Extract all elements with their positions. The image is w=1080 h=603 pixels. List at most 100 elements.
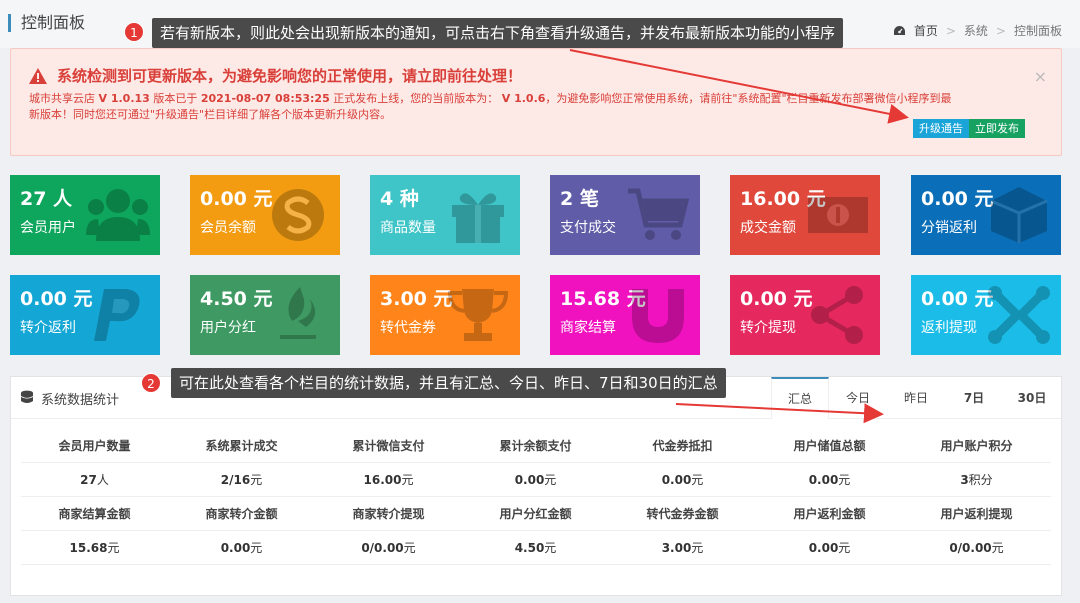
stat-unit: 人 bbox=[96, 473, 109, 487]
leaf-icon bbox=[280, 287, 316, 339]
tile-value: 0.00 元 bbox=[20, 288, 93, 310]
stat-unit: 元 bbox=[250, 541, 263, 555]
stat-label: 商家转介提现 bbox=[352, 507, 425, 521]
stats-panel: 系统数据统计 汇总 今日 昨日 7日 30日 会员用户数量 系统累计成交 累计微信支… bbox=[10, 376, 1062, 596]
alert-text: 新版本！同时您还可通过"升级通告"栏目详细了解各个版本更新升级内容。 bbox=[29, 108, 392, 121]
tile-distribution-rebate[interactable]: 0.00 元 分销返利 bbox=[911, 175, 1061, 255]
stat-value: 2/16元 bbox=[168, 471, 315, 488]
stat-unit: 元 bbox=[250, 473, 263, 487]
tile-value: 3.00 元 bbox=[380, 288, 453, 310]
stats-row-values: 27人 2/16元 16.00元 0.00元 0.00元 0.00元 3积分 bbox=[21, 463, 1051, 497]
alert-text: ，为避免影响您正常使用系统，请前往"系统配置"栏目重新发布部署微信小程序到最 bbox=[545, 92, 952, 105]
page-title: 控制面板 bbox=[8, 14, 85, 32]
stat-value: 0/0.00元 bbox=[315, 539, 462, 556]
breadcrumb-system[interactable]: 系统 bbox=[964, 22, 988, 39]
stats-panel-title: 系统数据统计 bbox=[41, 393, 120, 408]
breadcrumb-separator: > bbox=[945, 23, 956, 38]
tile-referral-rebate[interactable]: 0.00 元 转介返利 bbox=[10, 275, 160, 355]
tile-rebate-withdraw[interactable]: 0.00 元 返利提现 bbox=[911, 275, 1061, 355]
stat-value: 15.68元 bbox=[21, 539, 168, 556]
stat-value: 27人 bbox=[21, 471, 168, 488]
stats-row-headers: 商家结算金额 商家转介金额 商家转介提现 用户分红金额 转代金券金额 用户返利金额 用户返利… bbox=[21, 497, 1051, 531]
stat-label: 转代金券金额 bbox=[646, 507, 719, 521]
money-icon bbox=[808, 197, 868, 233]
stat-value: 0.00元 bbox=[756, 471, 903, 488]
alert-buttons: 升级通告 立即发布 bbox=[913, 119, 1025, 138]
tile-value: 27 人 bbox=[20, 188, 73, 210]
tile-value: 0.00 元 bbox=[921, 188, 994, 210]
tile-voucher[interactable]: 3.00 元 转代金券 bbox=[370, 275, 520, 355]
alert-text: 正式发布上线，您的当前版本为： bbox=[333, 92, 499, 105]
dashboard-icon bbox=[893, 26, 905, 35]
tile-label: 会员用户 bbox=[20, 220, 76, 236]
tile-user-dividend[interactable]: 4.50 元 用户分红 bbox=[190, 275, 340, 355]
stats-row-values: 15.68元 0.00元 0/0.00元 4.50元 3.00元 0.00元 0/0.00元 bbox=[21, 531, 1051, 565]
stat-value: 0.00元 bbox=[168, 539, 315, 556]
trophy-icon bbox=[447, 289, 509, 341]
stat-label: 用户返利提现 bbox=[940, 507, 1013, 521]
users-icon bbox=[86, 189, 150, 241]
stat-unit: 积分 bbox=[968, 473, 993, 487]
tile-members[interactable]: 27 人 会员用户 bbox=[10, 175, 160, 255]
stat-unit: 元 bbox=[691, 541, 704, 555]
breadcrumb-home[interactable]: 首页 bbox=[914, 22, 938, 39]
stat-unit: 元 bbox=[691, 473, 704, 487]
stat-value: 16.00元 bbox=[315, 471, 462, 488]
tile-products[interactable]: 4 种 商品数量 bbox=[370, 175, 520, 255]
stat-value: 4.50元 bbox=[462, 539, 609, 556]
tab-yesterday[interactable]: 昨日 bbox=[887, 377, 945, 419]
stat-label: 会员用户数量 bbox=[58, 439, 131, 453]
callout-badge-1: 1 bbox=[124, 22, 144, 42]
tile-label: 转介提现 bbox=[740, 320, 796, 336]
update-alert: 系统检测到可更新版本，为避免影响您的正常使用，请立即前往处理！ 城市共享云店 V… bbox=[10, 48, 1062, 156]
stat-unit: 元 bbox=[544, 473, 557, 487]
share-icon bbox=[811, 286, 863, 344]
stat-number: 15.68 bbox=[69, 541, 108, 555]
tile-label: 支付成交 bbox=[560, 220, 616, 236]
stats-grid: 会员用户数量 系统累计成交 累计微信支付 累计余额支付 代金券抵扣 用户储值总额 用户账户积… bbox=[21, 429, 1051, 565]
stat-number: 0/0.00 bbox=[361, 541, 404, 555]
stat-value: 0/0.00元 bbox=[903, 539, 1050, 556]
tile-merchant-settlement[interactable]: 15.68 元 商家结算 bbox=[550, 275, 700, 355]
magnet-icon bbox=[632, 289, 684, 343]
tile-label: 返利提现 bbox=[921, 320, 977, 336]
tile-member-balance[interactable]: 0.00 元 会员余额 bbox=[190, 175, 340, 255]
skype-icon bbox=[272, 189, 324, 241]
tab-7-days[interactable]: 7日 bbox=[945, 377, 1003, 419]
stat-value: 0.00元 bbox=[756, 539, 903, 556]
cart-icon bbox=[628, 188, 690, 240]
stat-unit: 元 bbox=[838, 541, 851, 555]
tab-today[interactable]: 今日 bbox=[829, 377, 887, 419]
stat-label: 用户返利金额 bbox=[793, 507, 866, 521]
paypal-icon bbox=[94, 289, 140, 341]
cube-icon bbox=[990, 187, 1048, 243]
alert-release-date: 2021-08-07 08:53:25 bbox=[200, 92, 330, 105]
tile-value: 0.00 元 bbox=[921, 288, 994, 310]
tile-payments[interactable]: 2 笔 支付成交 bbox=[550, 175, 700, 255]
breadcrumb: 首页 > 系统 > 控制面板 bbox=[893, 22, 1062, 39]
publish-now-button[interactable]: 立即发布 bbox=[969, 119, 1025, 138]
stat-unit: 元 bbox=[838, 473, 851, 487]
alert-app-name: 城市共享云店 bbox=[29, 92, 95, 105]
close-icon[interactable]: × bbox=[1034, 67, 1047, 86]
stat-label: 用户账户积分 bbox=[940, 439, 1013, 453]
upgrade-notice-button[interactable]: 升级通告 bbox=[913, 119, 969, 138]
tab-summary[interactable]: 汇总 bbox=[771, 377, 829, 419]
alert-heading: 系统检测到可更新版本，为避免影响您的正常使用，请立即前往处理！ bbox=[29, 65, 522, 86]
stat-number: 3 bbox=[960, 473, 969, 487]
stat-number: 0.00 bbox=[808, 541, 839, 555]
tile-value: 4 种 bbox=[380, 188, 419, 210]
tile-label: 转代金券 bbox=[380, 320, 436, 336]
stat-value: 3.00元 bbox=[609, 539, 756, 556]
callout-2: 可在此处查看各个栏目的统计数据，并且有汇总、今日、昨日、7日和30日的汇总 bbox=[171, 368, 726, 398]
breadcrumb-current: 控制面板 bbox=[1013, 24, 1062, 38]
stat-unit: 元 bbox=[107, 541, 120, 555]
stat-number: 3.00 bbox=[661, 541, 692, 555]
stat-label: 用户分红金额 bbox=[499, 507, 572, 521]
stat-number: 0.00 bbox=[808, 473, 839, 487]
tile-turnover[interactable]: 16.00 元 成交金额 bbox=[730, 175, 880, 255]
tile-referral-withdraw[interactable]: 0.00 元 转介提现 bbox=[730, 275, 880, 355]
tab-30-days[interactable]: 30日 bbox=[1003, 377, 1061, 419]
alert-new-version: V 1.0.13 bbox=[98, 92, 150, 105]
tile-label: 成交金额 bbox=[740, 220, 796, 236]
